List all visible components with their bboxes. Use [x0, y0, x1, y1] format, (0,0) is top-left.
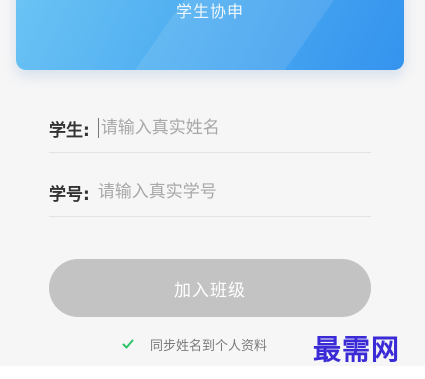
- student-name-label: 学生:: [49, 120, 90, 141]
- checkmark-icon[interactable]: [122, 338, 134, 350]
- student-id-input[interactable]: [97, 182, 371, 202]
- student-id-label: 学号:: [49, 184, 90, 205]
- student-name-input[interactable]: [100, 118, 371, 138]
- text-cursor: [97, 118, 99, 138]
- sync-profile-row[interactable]: 同步姓名到个人资料: [122, 334, 267, 354]
- student-id-row: 学号:: [49, 168, 371, 217]
- header-title: 学生协申: [175, 2, 244, 21]
- header-card: 学生协申: [16, 0, 404, 70]
- watermark-logo: 最需网: [313, 333, 401, 366]
- join-class-button[interactable]: 加入班级: [49, 259, 371, 317]
- sync-profile-label: 同步姓名到个人资料: [150, 338, 268, 354]
- student-name-row: 学生:: [49, 104, 371, 153]
